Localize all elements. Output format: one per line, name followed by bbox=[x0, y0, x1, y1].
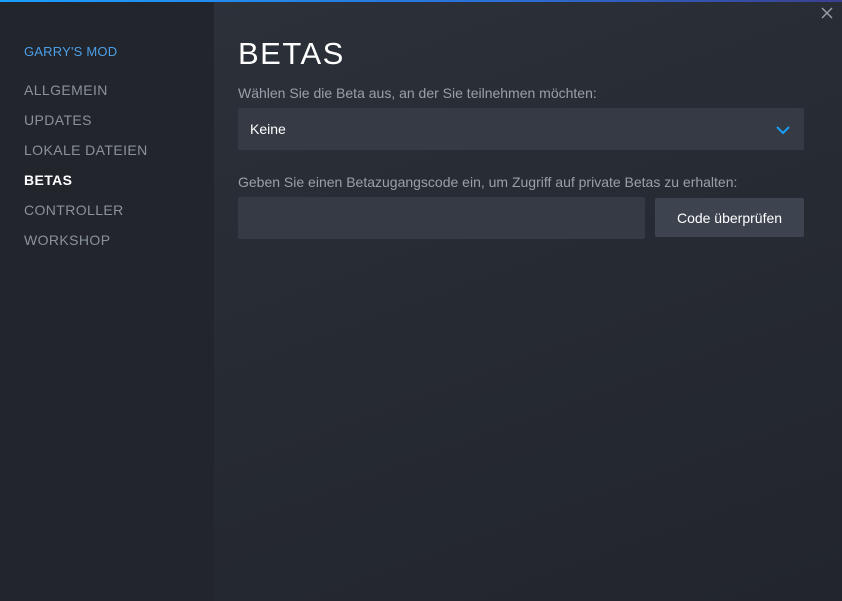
properties-window: GARRY'S MOD ALLGEMEIN UPDATES LOKALE DAT… bbox=[0, 0, 842, 601]
beta-dropdown[interactable]: Keine bbox=[238, 108, 804, 150]
check-code-button[interactable]: Code überprüfen bbox=[655, 198, 804, 237]
beta-dropdown-value: Keine bbox=[250, 121, 286, 137]
chevron-down-icon bbox=[775, 123, 791, 135]
beta-select-label: Wählen Sie die Beta aus, an der Sie teil… bbox=[238, 85, 597, 101]
access-code-input[interactable] bbox=[238, 197, 645, 239]
sidebar-item-controller[interactable]: CONTROLLER bbox=[24, 200, 148, 230]
sidebar-item-allgemein[interactable]: ALLGEMEIN bbox=[24, 80, 148, 110]
sidebar-item-betas[interactable]: BETAS bbox=[24, 170, 148, 200]
page-title: BETAS bbox=[238, 36, 345, 71]
sidebar-item-lokale-dateien[interactable]: LOKALE DATEIEN bbox=[24, 140, 148, 170]
sidebar-item-updates[interactable]: UPDATES bbox=[24, 110, 148, 140]
sidebar: GARRY'S MOD ALLGEMEIN UPDATES LOKALE DAT… bbox=[0, 2, 214, 601]
sidebar-item-workshop[interactable]: WORKSHOP bbox=[24, 230, 148, 260]
close-icon[interactable] bbox=[818, 4, 836, 22]
game-title: GARRY'S MOD bbox=[24, 44, 118, 59]
access-code-label: Geben Sie einen Betazugangscode ein, um … bbox=[238, 174, 738, 190]
sidebar-nav: ALLGEMEIN UPDATES LOKALE DATEIEN BETAS C… bbox=[24, 80, 148, 260]
